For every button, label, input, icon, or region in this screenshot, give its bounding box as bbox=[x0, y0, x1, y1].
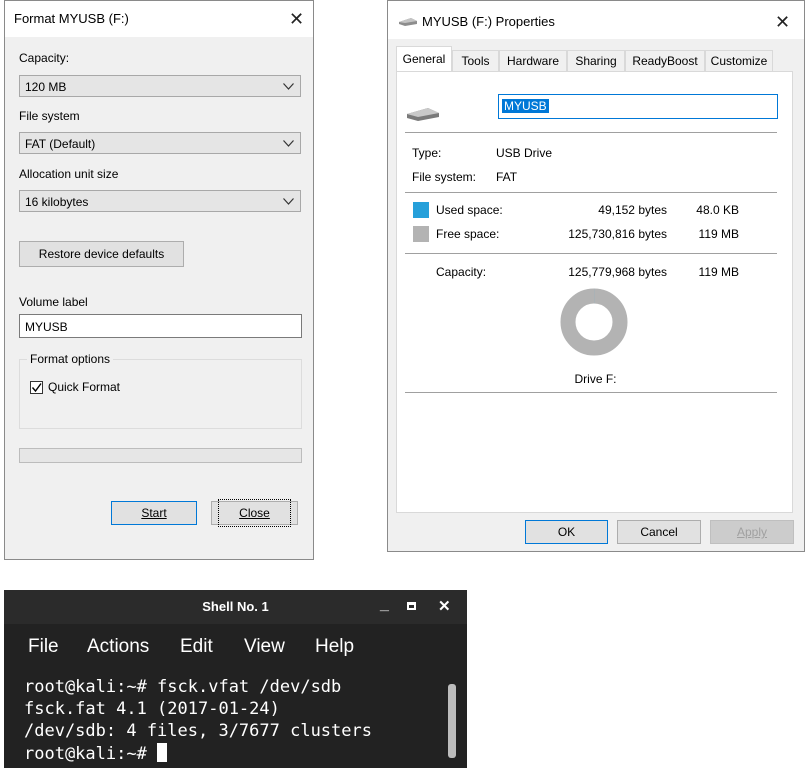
tab-readyboost[interactable]: ReadyBoost bbox=[625, 50, 705, 71]
properties-titlebar: MYUSB (F:) Properties ✕ bbox=[388, 1, 804, 39]
drive-caption: Drive F: bbox=[574, 372, 617, 386]
used-space-label: Used space: bbox=[436, 203, 503, 217]
usage-donut-chart bbox=[560, 288, 628, 356]
tab-hardware[interactable]: Hardware bbox=[499, 50, 567, 71]
start-label: Start bbox=[141, 506, 167, 520]
volume-label-input[interactable]: MYUSB bbox=[19, 314, 302, 338]
menu-edit[interactable]: Edit bbox=[180, 636, 213, 658]
usb-drive-icon bbox=[407, 108, 439, 121]
tab-tools[interactable]: Tools bbox=[452, 50, 499, 71]
format-dialog: Format MYUSB (F:) ✕ Capacity: 120 MB Fil… bbox=[4, 0, 314, 560]
checkmark-icon bbox=[31, 383, 42, 393]
free-space-label: Free space: bbox=[436, 227, 500, 241]
close-button[interactable]: Close bbox=[211, 499, 298, 527]
terminal-cursor bbox=[157, 743, 168, 762]
restore-defaults-button[interactable]: Restore device defaults bbox=[19, 241, 184, 267]
terminal-line: /dev/sdb: 4 files, 3/7677 clusters bbox=[24, 721, 372, 741]
properties-dialog: MYUSB (F:) Properties ✕ General Tools Ha… bbox=[387, 0, 805, 552]
menu-actions[interactable]: Actions bbox=[87, 636, 149, 658]
type-label: Type: bbox=[412, 146, 442, 160]
capacity-label: Capacity: bbox=[19, 51, 70, 65]
terminal-window: Shell No. 1 _ ✕ File Actions Edit View H… bbox=[4, 590, 467, 768]
filesystem-label: File system bbox=[19, 109, 80, 123]
close-label: Close bbox=[218, 499, 291, 527]
free-space-size: 119 MB bbox=[698, 227, 739, 241]
minimize-icon[interactable]: _ bbox=[380, 596, 389, 614]
chevron-down-icon bbox=[283, 140, 294, 147]
properties-title: MYUSB (F:) Properties bbox=[422, 14, 555, 29]
capacity-label: Capacity: bbox=[436, 265, 487, 279]
quick-format-label[interactable]: Quick Format bbox=[48, 380, 120, 394]
format-titlebar: Format MYUSB (F:) ✕ bbox=[5, 1, 313, 37]
used-space-bytes: 49,152 bytes bbox=[598, 203, 667, 217]
terminal-line: root@kali:~# fsck.vfat /dev/sdb bbox=[24, 677, 342, 697]
terminal-titlebar: Shell No. 1 _ ✕ bbox=[4, 590, 467, 624]
terminal-scrollbar[interactable] bbox=[448, 684, 456, 758]
filesystem-value: FAT bbox=[496, 170, 518, 184]
separator bbox=[405, 253, 777, 254]
usb-drive-icon bbox=[399, 18, 417, 26]
terminal-close-icon[interactable]: ✕ bbox=[438, 597, 451, 615]
filesystem-value: FAT (Default) bbox=[25, 137, 96, 151]
allocation-value: 16 kilobytes bbox=[25, 195, 89, 209]
used-space-size: 48.0 KB bbox=[696, 203, 739, 217]
filesystem-label: File system: bbox=[412, 170, 477, 184]
free-space-ring bbox=[560, 288, 628, 356]
menu-view[interactable]: View bbox=[244, 636, 285, 658]
tab-customize[interactable]: Customize bbox=[705, 50, 773, 71]
separator bbox=[405, 192, 777, 193]
menu-help[interactable]: Help bbox=[315, 636, 354, 658]
properties-close-icon[interactable]: ✕ bbox=[775, 13, 790, 31]
start-button[interactable]: Start bbox=[111, 501, 197, 525]
tab-general[interactable]: General bbox=[396, 46, 452, 72]
free-space-swatch bbox=[413, 226, 429, 242]
free-space-bytes: 125,730,816 bytes bbox=[568, 227, 667, 241]
separator bbox=[405, 132, 777, 133]
allocation-label: Allocation unit size bbox=[19, 167, 119, 181]
volume-label: Volume label bbox=[19, 295, 88, 309]
ok-button[interactable]: OK bbox=[525, 520, 608, 544]
allocation-select[interactable]: 16 kilobytes bbox=[19, 190, 301, 212]
maximize-icon[interactable] bbox=[407, 602, 416, 610]
terminal-prompt-line[interactable]: root@kali:~# bbox=[24, 743, 168, 764]
format-progress-bar bbox=[19, 448, 302, 463]
format-close-icon[interactable]: ✕ bbox=[289, 10, 304, 28]
apply-label: Apply bbox=[736, 525, 768, 539]
capacity-value: 120 MB bbox=[25, 80, 67, 94]
capacity-select[interactable]: 120 MB bbox=[19, 75, 301, 97]
used-space-swatch bbox=[413, 202, 429, 218]
type-value: USB Drive bbox=[496, 146, 553, 160]
capacity-bytes: 125,779,968 bytes bbox=[568, 265, 667, 279]
cancel-label: Cancel bbox=[640, 525, 678, 539]
quick-format-checkbox[interactable] bbox=[30, 381, 43, 394]
filesystem-select[interactable]: FAT (Default) bbox=[19, 132, 301, 154]
general-tab-panel: MYUSB Type: USB Drive File system: FAT U… bbox=[396, 71, 793, 513]
terminal-line: fsck.fat 4.1 (2017-01-24) bbox=[24, 699, 280, 719]
drive-name-value: MYUSB bbox=[502, 99, 549, 113]
terminal-title: Shell No. 1 bbox=[202, 599, 269, 614]
cancel-button[interactable]: Cancel bbox=[617, 520, 701, 544]
format-title: Format MYUSB (F:) bbox=[14, 11, 129, 26]
chevron-down-icon bbox=[283, 83, 294, 90]
terminal-prompt: root@kali:~# bbox=[24, 744, 158, 764]
apply-button[interactable]: Apply bbox=[710, 520, 794, 544]
menu-file[interactable]: File bbox=[28, 636, 59, 658]
restore-defaults-label: Restore device defaults bbox=[38, 247, 165, 261]
tab-sharing[interactable]: Sharing bbox=[567, 50, 625, 71]
volume-label-value: MYUSB bbox=[25, 320, 68, 334]
format-options-group: Format options Quick Format bbox=[19, 352, 302, 429]
separator bbox=[405, 392, 777, 393]
format-options-label: Format options bbox=[27, 352, 114, 366]
capacity-size: 119 MB bbox=[698, 265, 739, 279]
chevron-down-icon bbox=[283, 198, 294, 205]
ok-label: OK bbox=[557, 525, 576, 539]
drive-name-input[interactable]: MYUSB bbox=[498, 94, 778, 119]
